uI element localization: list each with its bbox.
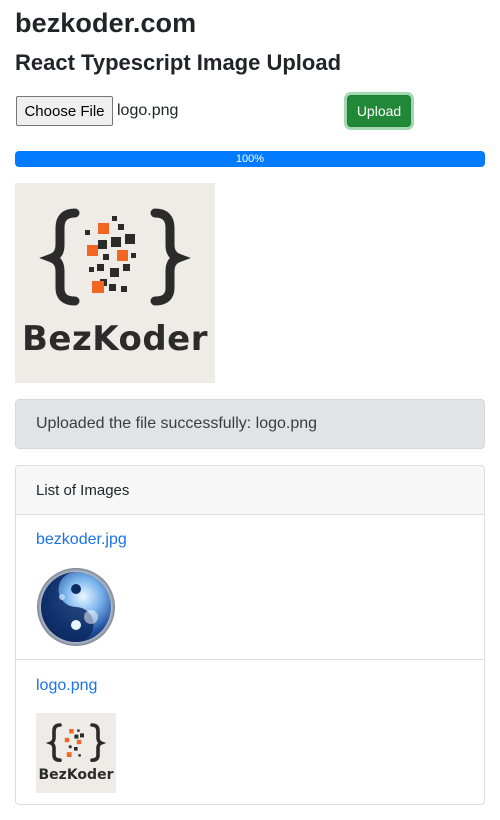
image-link[interactable]: bezkoder.jpg bbox=[36, 531, 127, 549]
progress-bar: 100% bbox=[15, 151, 485, 167]
images-list-title: List of Images bbox=[16, 466, 484, 515]
site-title: bezkoder.com bbox=[15, 8, 197, 38]
list-item: bezkoder.jpg bbox=[16, 515, 484, 660]
image-thumbnail[interactable] bbox=[36, 567, 116, 647]
page-title: React Typescript Image Upload bbox=[15, 50, 342, 75]
upload-progress: 100% bbox=[15, 151, 485, 167]
image-preview: BezKoder bbox=[15, 183, 215, 383]
logo-wordmark: BezKoder bbox=[21, 319, 209, 359]
logo-wordmark-small: BezKoder bbox=[38, 767, 114, 783]
images-list-card: List of Images bezkoder.jpg logo.png Bez… bbox=[15, 465, 485, 805]
selected-file-name: logo.png bbox=[117, 102, 179, 119]
upload-button[interactable]: Upload bbox=[347, 95, 411, 127]
upload-success-alert: Uploaded the file successfully: logo.png bbox=[15, 399, 485, 449]
choose-file-button[interactable]: Choose File bbox=[16, 96, 113, 126]
image-thumbnail[interactable]: BezKoder bbox=[36, 713, 116, 793]
upload-row: Choose File logo.png Upload bbox=[15, 93, 485, 129]
list-item: logo.png BezKoder bbox=[16, 661, 484, 804]
image-link[interactable]: logo.png bbox=[36, 677, 97, 695]
yin-yang-thumbnail bbox=[37, 568, 115, 646]
